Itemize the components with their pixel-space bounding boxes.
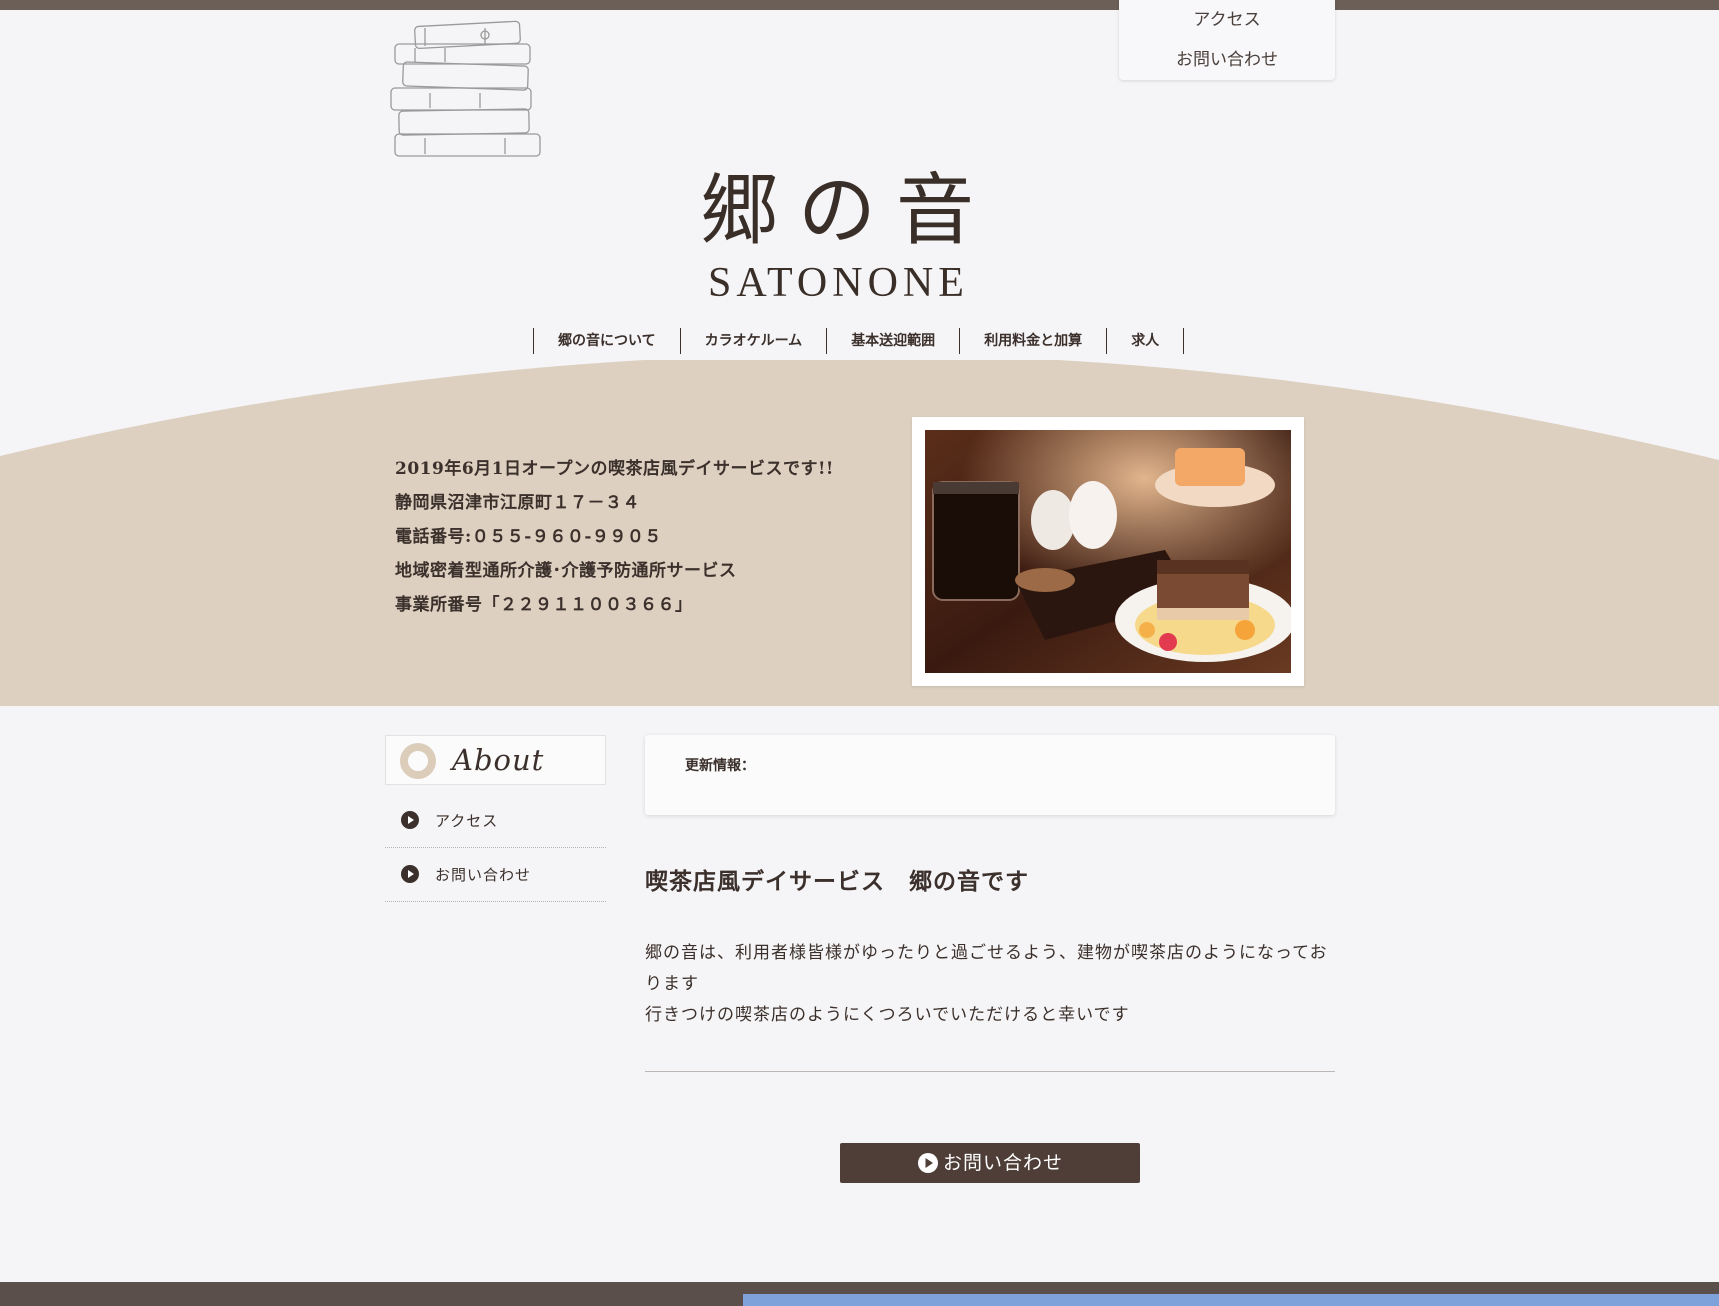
top-menu-contact-link[interactable]: お問い合わせ <box>1119 40 1335 80</box>
sidebar-item-label: アクセス <box>435 812 499 830</box>
hero-phone: 電話番号:０５５-９６０-９９０５ <box>395 527 662 547</box>
logo-japanese[interactable]: 郷の音 <box>700 163 1020 259</box>
sidebar-item-contact[interactable]: お問い合わせ <box>385 848 606 902</box>
hero-opening-text: 2019年6月1日オープンの喫茶店風デイサービスです!! <box>395 459 834 479</box>
sidebar-item-label: お問い合わせ <box>435 866 532 884</box>
ring-icon <box>400 743 436 779</box>
cafe-dessert-photo <box>925 430 1291 673</box>
logo-english[interactable]: SATONONE <box>708 258 1028 308</box>
top-menu-access-link[interactable]: アクセス <box>1119 0 1335 40</box>
news-label: 更新情報： <box>685 758 755 774</box>
main-body: 郷の音は、利用者様皆様がゆったりと過ごせるよう、建物が喫茶店のようになっておりま… <box>645 938 1335 1031</box>
hero-photo-frame <box>912 417 1304 686</box>
main-heading: 喫茶店風デイサービス 郷の音です <box>645 868 1029 895</box>
top-accent-bar <box>0 0 1719 10</box>
play-circle-icon <box>917 1153 938 1173</box>
hero-info: 2019年6月1日オープンの喫茶店風デイサービスです!! 静岡県沼津市江原町１７… <box>395 452 865 622</box>
play-circle-icon <box>401 865 419 883</box>
content-divider <box>645 1071 1335 1072</box>
nav-item-transport[interactable]: 基本送迎範囲 <box>827 328 961 354</box>
nav-item-karaoke[interactable]: カラオケルーム <box>681 328 828 354</box>
news-box: 更新情報： <box>645 735 1335 815</box>
global-nav: 郷の音について カラオケルーム 基本送迎範囲 利用料金と加算 求人 <box>533 328 1185 354</box>
hero-address: 静岡県沼津市江原町１７－３４ <box>395 493 640 513</box>
top-utility-menu: アクセス お問い合わせ <box>1119 0 1335 80</box>
sidebar-title: About <box>385 735 606 785</box>
contact-button[interactable]: お問い合わせ <box>840 1143 1140 1183</box>
sidebar-title-label: About <box>452 743 545 777</box>
play-circle-icon <box>401 811 419 829</box>
sidebar-item-access[interactable]: アクセス <box>385 794 606 848</box>
main-paragraph: 郷の音は、利用者様皆様がゆったりと過ごせるよう、建物が喫茶店のようになっておりま… <box>645 943 1328 994</box>
contact-button-label: お問い合わせ <box>942 1152 1063 1174</box>
nav-item-about[interactable]: 郷の音について <box>534 328 681 354</box>
books-illustration <box>390 20 541 157</box>
main-paragraph: 行きつけの喫茶店のようにくつろいでいただけると幸いです <box>645 1005 1130 1025</box>
hero-office-number: 事業所番号「２２９１１００３６６」 <box>395 595 693 615</box>
nav-item-recruit[interactable]: 求人 <box>1107 328 1185 354</box>
hero-service-type: 地域密着型通所介護･介護予防通所サービス <box>395 561 737 581</box>
sidebar-list: アクセス お問い合わせ <box>385 794 606 902</box>
nav-item-pricing[interactable]: 利用料金と加算 <box>960 328 1108 354</box>
footer-blue-strip <box>743 1294 1719 1306</box>
